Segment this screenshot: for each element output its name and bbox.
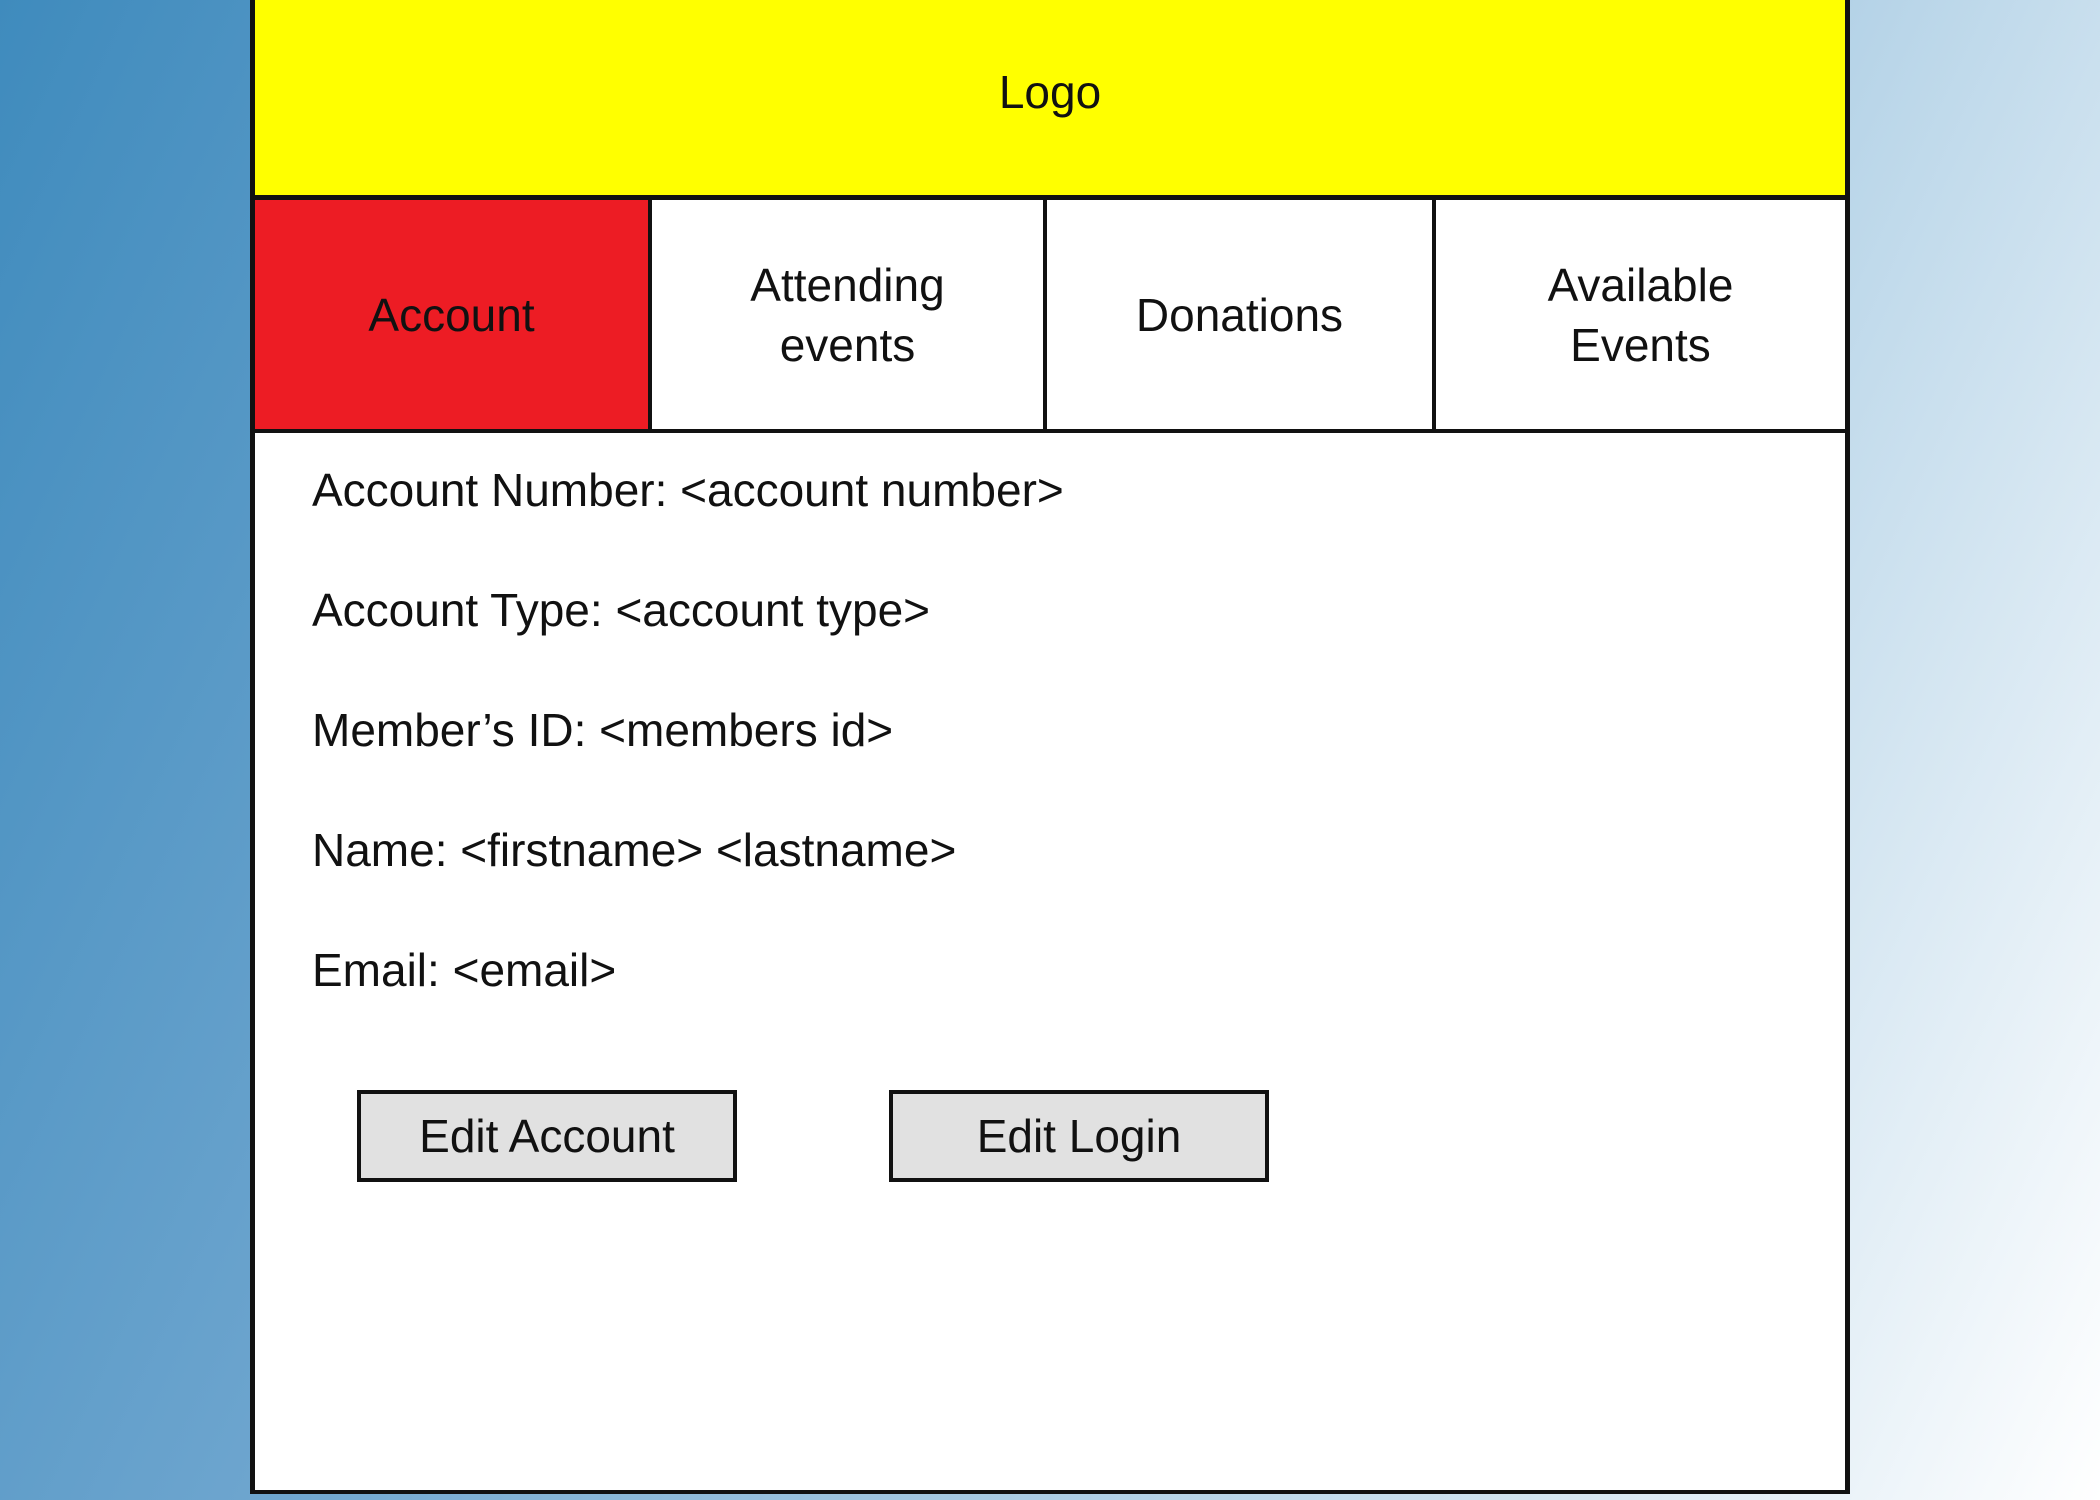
tab-label: Attending events <box>750 258 945 371</box>
header-banner: Logo <box>255 0 1845 200</box>
app-frame: Logo Account Attending events Donations … <box>250 0 1850 1494</box>
tab-attending-events[interactable]: Attending events <box>652 200 1047 429</box>
edit-account-button[interactable]: Edit Account <box>357 1090 737 1182</box>
member-id-field: Member’s ID: <members id> <box>312 704 894 756</box>
logo: Logo <box>998 65 1102 118</box>
tab-label: Donations <box>1135 288 1344 341</box>
tab-label: Available Events <box>1547 258 1734 371</box>
tab-account[interactable]: Account <box>255 200 652 429</box>
account-details: Account Number: <account number> Account… <box>312 460 1064 1060</box>
account-type-field: Account Type: <account type> <box>312 584 931 636</box>
tab-available-events[interactable]: Available Events <box>1436 200 1845 429</box>
tab-donations[interactable]: Donations <box>1047 200 1436 429</box>
name-field: Name: <firstname> <lastname> <box>312 824 957 876</box>
tab-label: Account <box>368 288 535 341</box>
email-field: Email: <email> <box>312 944 617 996</box>
edit-login-button[interactable]: Edit Login <box>889 1090 1269 1182</box>
tab-bar: Account Attending events Donations Avail… <box>255 200 1845 433</box>
account-number-field: Account Number: <account number> <box>312 464 1064 516</box>
